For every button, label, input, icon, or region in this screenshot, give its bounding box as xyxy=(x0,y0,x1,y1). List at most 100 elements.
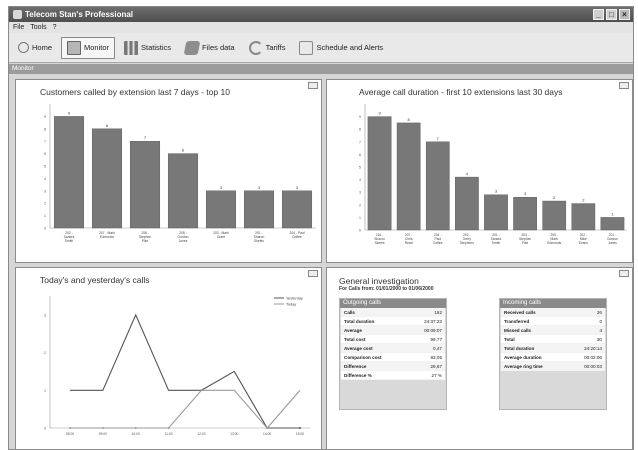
panel-close-icon[interactable] xyxy=(619,270,629,277)
bar-value-label: 7 xyxy=(437,136,440,141)
close-button[interactable]: × xyxy=(619,9,630,20)
files-data-icon xyxy=(183,40,201,55)
incoming-row: Missed calls 4 xyxy=(501,326,605,335)
x-tick-label: 15:00 xyxy=(296,432,304,436)
tariffs-button[interactable]: Tariffs xyxy=(244,37,291,59)
y-tick-label: 0 xyxy=(359,229,361,233)
x-tick-label: 10:00 xyxy=(132,432,140,436)
bar-value-label: 6 xyxy=(182,148,185,153)
chart-bar xyxy=(129,141,161,229)
schedule-alerts-button[interactable]: Schedule and Alerts xyxy=(294,37,388,59)
y-tick-label: 4 xyxy=(359,178,361,182)
legend-label: Today xyxy=(286,303,296,307)
app-icon xyxy=(13,10,22,19)
incoming-calls-header: Incoming calls xyxy=(500,299,606,308)
files-data-button[interactable]: Files data xyxy=(180,37,240,59)
statistics-label: Statistics xyxy=(141,43,172,52)
y-tick-label: 1 xyxy=(359,216,361,220)
x-tick-label: 201 -Sandra Smith xyxy=(491,233,502,245)
x-tick-label: 203 -Stephen Pike xyxy=(519,233,531,245)
y-tick-label: 6 xyxy=(44,152,46,156)
y-tick-label: 6 xyxy=(359,153,361,157)
incoming-row-label: Transferred xyxy=(504,319,530,324)
y-tick-label: 8 xyxy=(44,127,46,131)
monitor-button[interactable]: Monitor xyxy=(61,36,116,59)
maximize-button[interactable]: □ xyxy=(606,9,617,20)
outgoing-row-value: 00:09:07 xyxy=(424,328,442,333)
chart-bar xyxy=(455,176,479,231)
outgoing-row-value: 162 xyxy=(434,310,442,315)
y-tick-label: 7 xyxy=(359,140,361,144)
incoming-row: Total duration 24:20:14 xyxy=(501,344,605,353)
outgoing-calls-table: Outgoing calls Calls 162 Total duration 24:… xyxy=(339,298,447,410)
menu-file[interactable]: File xyxy=(13,22,24,33)
series-point xyxy=(299,427,301,429)
y-tick-label: 2 xyxy=(359,203,361,207)
bar-value-label: 3 xyxy=(296,185,299,190)
tariffs-label: Tariffs xyxy=(265,43,286,52)
incoming-row-value: 4 xyxy=(599,328,602,333)
y-tick-label: 1 xyxy=(44,214,46,218)
chart-bar xyxy=(600,217,625,231)
x-tick-label: 204 -Paul Coffee xyxy=(433,233,443,245)
bar-value-label: 7 xyxy=(144,135,147,140)
statistics-button[interactable]: Statistics xyxy=(119,37,176,59)
chart-bar xyxy=(53,116,85,229)
outgoing-row: Difference % 27 % xyxy=(341,371,445,380)
incoming-row-value: 26 xyxy=(596,310,602,315)
chart-bar xyxy=(396,122,421,231)
title-bar: Telecom Stan's Professional _ □ × xyxy=(9,7,633,22)
calls-line-chart: 0 1 2 3 08:00 09:00 10:00 11:00 12:00 13:00 14:00 1… xyxy=(44,296,310,436)
y-tick-label: 3 xyxy=(359,191,361,195)
calls-chart-panel: Today's and yesterday's calls 0 1 2 3 08:00 0… xyxy=(15,267,322,450)
incoming-row: Transferred 0 xyxy=(501,317,605,326)
series-point xyxy=(134,427,137,429)
outgoing-row-value: 24:37:23 xyxy=(424,319,442,324)
outgoing-row-label: Calls xyxy=(344,310,355,315)
y-tick-label: 5 xyxy=(44,165,46,169)
menu-help[interactable]: ? xyxy=(53,22,57,33)
y-tick-label: 5 xyxy=(359,166,361,170)
bar-value-label: 3 xyxy=(258,185,261,190)
chart-bar xyxy=(205,190,237,229)
incoming-row: Received calls 26 xyxy=(501,308,605,317)
chart-bar xyxy=(167,153,199,229)
duration-chart-panel: Average call duration - first 10 extensi… xyxy=(326,79,633,263)
series-point xyxy=(167,427,170,429)
toolbar: Home Monitor Statistics Files data Tarif… xyxy=(9,33,633,63)
home-button[interactable]: Home xyxy=(13,37,57,59)
section-header: Monitor xyxy=(9,64,633,74)
y-tick-label: 8 xyxy=(359,128,361,132)
bar-value-label: 3 xyxy=(495,189,498,194)
incoming-row-label: Total xyxy=(504,337,515,342)
outgoing-row-value: 0,47 xyxy=(433,346,442,351)
schedule-icon xyxy=(299,40,314,55)
outgoing-row-value: 99,77 xyxy=(430,337,443,342)
series-line-yesterday xyxy=(70,313,300,429)
chart-bar xyxy=(281,190,313,229)
chart-bar xyxy=(243,190,275,229)
home-icon xyxy=(18,42,29,53)
incoming-row-label: Received calls xyxy=(504,310,536,315)
minimize-button[interactable]: _ xyxy=(593,9,604,20)
series-line-today xyxy=(70,389,301,429)
x-tick-label: 207 -Chris Read xyxy=(405,233,413,245)
outgoing-row-label: Comparison cost xyxy=(344,355,382,360)
bar-value-label: 4 xyxy=(466,171,469,176)
x-tick-label: 09:00 xyxy=(99,432,107,436)
bar-value-label: 8 xyxy=(408,117,411,122)
outgoing-row: Total cost 99,77 xyxy=(341,335,445,344)
outgoing-row-label: Difference % xyxy=(344,373,372,378)
chart-bar xyxy=(425,141,450,231)
incoming-row: Total 30 xyxy=(501,335,605,344)
investigation-title: General investigation xyxy=(339,276,419,286)
x-tick-label: 205 -Gordon Jones xyxy=(178,231,189,243)
menu-tools[interactable]: Tools xyxy=(30,22,46,33)
window-title: Telecom Stan's Professional xyxy=(25,10,134,19)
x-tick-label: 202 -Gerry Stephens xyxy=(460,233,474,245)
outgoing-row: Average 00:09:07 xyxy=(341,326,445,335)
customers-chart-panel: Customers called by extension last 7 day… xyxy=(15,79,322,263)
outgoing-calls-header: Outgoing calls xyxy=(340,299,446,308)
incoming-row-value: 00:02:06 xyxy=(584,355,602,360)
chart-bar xyxy=(571,203,596,231)
